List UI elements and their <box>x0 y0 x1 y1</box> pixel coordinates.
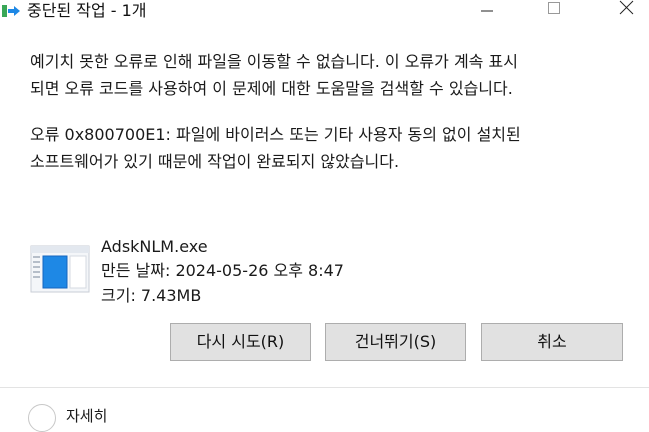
minimize-button[interactable] <box>464 0 510 26</box>
cancel-button[interactable]: 취소 <box>481 323 623 361</box>
details-toggle-button[interactable] <box>28 404 56 432</box>
file-size: 크기: 7.43MB <box>101 286 202 305</box>
window-title: 중단된 작업 - 1개 <box>27 1 147 20</box>
file-created-date: 만든 날짜: 2024-05-26 오후 8:47 <box>101 261 344 280</box>
move-file-icon <box>2 5 20 17</box>
title-bar: 중단된 작업 - 1개 <box>0 0 649 26</box>
retry-button[interactable]: 다시 시도(R) <box>170 323 311 361</box>
maximize-icon <box>548 2 560 14</box>
footer-divider <box>0 387 649 388</box>
error-detail: 오류 0x800700E1: 파일에 바이러스 또는 기타 사용자 동의 없이 … <box>30 125 521 171</box>
file-name: AdskNLM.exe <box>101 237 208 256</box>
minimize-icon <box>481 10 493 12</box>
close-icon <box>619 0 634 15</box>
document-icon <box>30 245 90 293</box>
maximize-button[interactable] <box>531 0 577 26</box>
details-label[interactable]: 자세히 <box>66 406 107 426</box>
skip-button[interactable]: 건너뛰기(S) <box>325 323 466 361</box>
error-message: 예기치 못한 오류로 인해 파일을 이동할 수 없습니다. 이 오류가 계속 표… <box>30 52 518 98</box>
close-button[interactable] <box>603 0 649 26</box>
